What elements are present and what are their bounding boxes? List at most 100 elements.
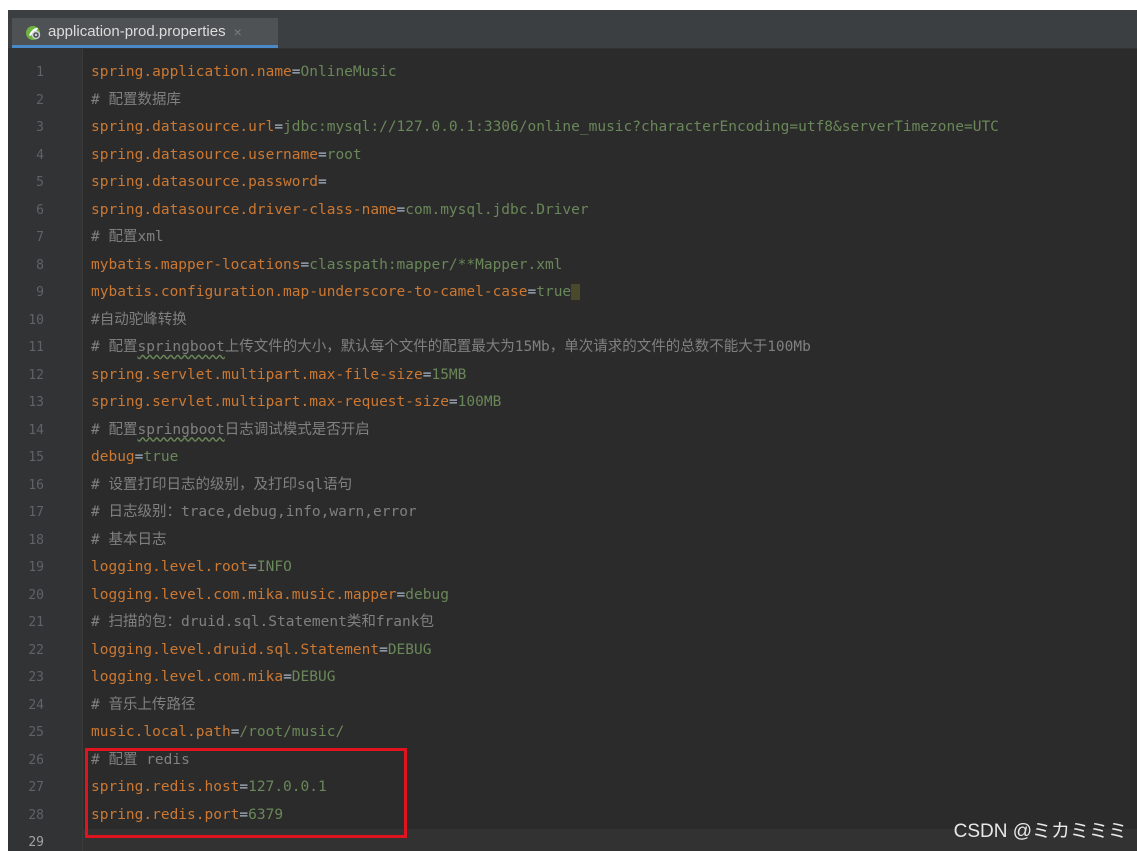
code-token: root: [326, 146, 362, 163]
code-token: =: [283, 669, 292, 685]
code-line[interactable]: mybatis.configuration.map-underscore-to-…: [91, 279, 580, 307]
code-token: [571, 284, 580, 300]
code-token: logging.level.com.mika.music.mapper: [91, 586, 397, 603]
code-line[interactable]: # 配置数据库: [91, 87, 181, 115]
code-token: =: [448, 394, 458, 410]
code-token: debug: [91, 449, 135, 465]
code-token: =: [317, 174, 327, 190]
code-line[interactable]: logging.level.com.mika=DEBUG: [91, 664, 335, 692]
code-line[interactable]: logging.level.root=INFO: [91, 554, 292, 582]
line-number: 22: [28, 642, 44, 658]
code-line[interactable]: # 基本日志: [91, 527, 166, 555]
line-number: 14: [28, 422, 44, 438]
code-token: true: [536, 284, 572, 300]
code-line[interactable]: logging.level.druid.sql.Statement=DEBUG: [91, 637, 431, 665]
code-token: =: [396, 586, 406, 603]
code-token: =: [379, 641, 388, 658]
spring-properties-icon: [24, 23, 42, 41]
code-token: jdbc:mysql://127.0.0.1:3306/online_music…: [283, 119, 999, 135]
code-token: # 配置xml: [91, 229, 164, 245]
code-token: DEBUG: [387, 641, 432, 658]
code-token: logging.level.com.mika: [91, 669, 284, 685]
line-number: 4: [36, 147, 44, 163]
code-line[interactable]: # 音乐上传路径: [91, 692, 195, 720]
code-line[interactable]: # 设置打印日志的级别，及打印sql语句: [91, 472, 352, 500]
code-line[interactable]: # 配置springboot日志调试模式是否开启: [91, 417, 370, 445]
line-number: 27: [28, 780, 44, 795]
code-token: /root/music/: [239, 724, 345, 740]
code-line[interactable]: spring.datasource.username=root: [91, 142, 362, 170]
line-number: 9: [36, 285, 44, 300]
code-line[interactable]: spring.datasource.password=: [91, 169, 327, 197]
code-token: =: [527, 284, 537, 300]
editor-tab-bar: application-prod.properties ×: [8, 10, 1137, 49]
code-token: com.mysql.jdbc.Driver: [405, 201, 589, 218]
code-line[interactable]: logging.level.com.mika.music.mapper=debu…: [91, 582, 449, 610]
code-line[interactable]: spring.application.name=OnlineMusic: [91, 59, 397, 87]
line-number: 10: [28, 312, 44, 328]
code-token: mybatis.mapper-locations: [91, 256, 301, 273]
code-line[interactable]: spring.servlet.multipart.max-request-siz…: [91, 389, 501, 417]
code-token: springboot: [137, 339, 225, 355]
line-number: 1: [36, 65, 44, 80]
code-line[interactable]: spring.datasource.url=jdbc:mysql://127.0…: [91, 114, 999, 142]
code-line[interactable]: music.local.path=/root/music/: [91, 719, 344, 747]
code-token: 上传文件的大小，默认每个文件的配置最大为15Mb，单次请求的文件的总数不能大于1…: [224, 339, 811, 355]
code-token: spring.datasource.password: [91, 174, 318, 190]
line-number: 13: [28, 395, 44, 410]
line-number: 29: [28, 835, 44, 850]
close-icon[interactable]: ×: [234, 24, 242, 40]
code-token: logging.level.root: [91, 559, 249, 575]
code-line[interactable]: # 扫描的包：druid.sql.Statement类和frank包: [91, 609, 434, 637]
tab-label: application-prod.properties: [48, 23, 226, 40]
code-line[interactable]: # 日志级别：trace,debug,info,warn,error: [91, 499, 417, 527]
line-number: 26: [28, 752, 44, 768]
code-line[interactable]: spring.datasource.driver-class-name=com.…: [91, 197, 589, 225]
code-line[interactable]: mybatis.mapper-locations=classpath:mappe…: [91, 252, 562, 280]
code-token: spring.datasource.username: [91, 146, 318, 163]
code-token: # 设置打印日志的级别，及打印sql语句: [91, 476, 353, 493]
code-token: =: [274, 119, 284, 135]
code-token: 15MB: [431, 366, 467, 383]
code-token: spring.servlet.multipart.max-file-size: [91, 366, 423, 383]
watermark: CSDN @ミカミミミ: [953, 821, 1127, 842]
code-token: # 配置: [91, 339, 138, 355]
line-number-gutter: 1 2 3 4 5 6 7 8 9 10 11 12 13 14 15 16 17 18 19 20 21 22 23 24 2…: [8, 49, 83, 851]
line-number: 20: [28, 587, 44, 603]
code-token: OnlineMusic: [300, 64, 397, 80]
line-number: 2: [36, 92, 44, 108]
code-line[interactable]: spring.servlet.multipart.max-file-size=1…: [91, 362, 466, 390]
tab-application-prod-properties[interactable]: application-prod.properties ×: [12, 18, 278, 48]
code-token: =: [291, 64, 301, 80]
line-number: 17: [28, 505, 44, 520]
ide-window: application-prod.properties × 1234567891…: [8, 10, 1137, 851]
code-token: # 音乐上传路径: [91, 696, 196, 713]
line-number: 19: [28, 560, 44, 575]
line-number: 16: [28, 477, 44, 493]
code-token: spring.application.name: [91, 64, 292, 80]
line-number: 3: [36, 120, 44, 135]
code-line[interactable]: #自动驼峰转换: [91, 307, 187, 335]
code-line[interactable]: # 配置xml: [91, 224, 164, 252]
code-line[interactable]: debug=true: [91, 444, 178, 472]
code-token: =: [248, 559, 257, 575]
code-token: # 日志级别：trace,debug,info,warn,error: [91, 504, 417, 520]
code-token: # 配置: [91, 421, 138, 438]
code-token: # 扫描的包：druid.sql.Statement类和frank包: [91, 614, 434, 630]
line-number: 21: [28, 615, 44, 630]
line-number: 11: [28, 340, 44, 355]
code-token: spring.datasource.driver-class-name: [91, 201, 397, 218]
red-annotation-box: [85, 748, 407, 838]
code-token: 100MB: [457, 394, 502, 410]
code-line[interactable]: # 配置springboot上传文件的大小，默认每个文件的配置最大为15Mb，单…: [91, 334, 811, 362]
code-token: #自动驼峰转换: [91, 311, 187, 328]
code-token: music.local.path: [91, 724, 231, 740]
line-number: 12: [28, 367, 44, 383]
line-number: 6: [36, 202, 44, 218]
code-token: spring.datasource.url: [91, 119, 275, 135]
code-token: true: [143, 449, 179, 465]
line-number: 25: [28, 725, 44, 740]
code-token: debug: [405, 586, 449, 603]
code-token: =: [396, 201, 406, 218]
code-editor[interactable]: 1 2 3 4 5 6 7 8 9 10 11 12 13 14 15 16 17 18 19 20 21 22 23 24 2…: [8, 49, 1137, 851]
